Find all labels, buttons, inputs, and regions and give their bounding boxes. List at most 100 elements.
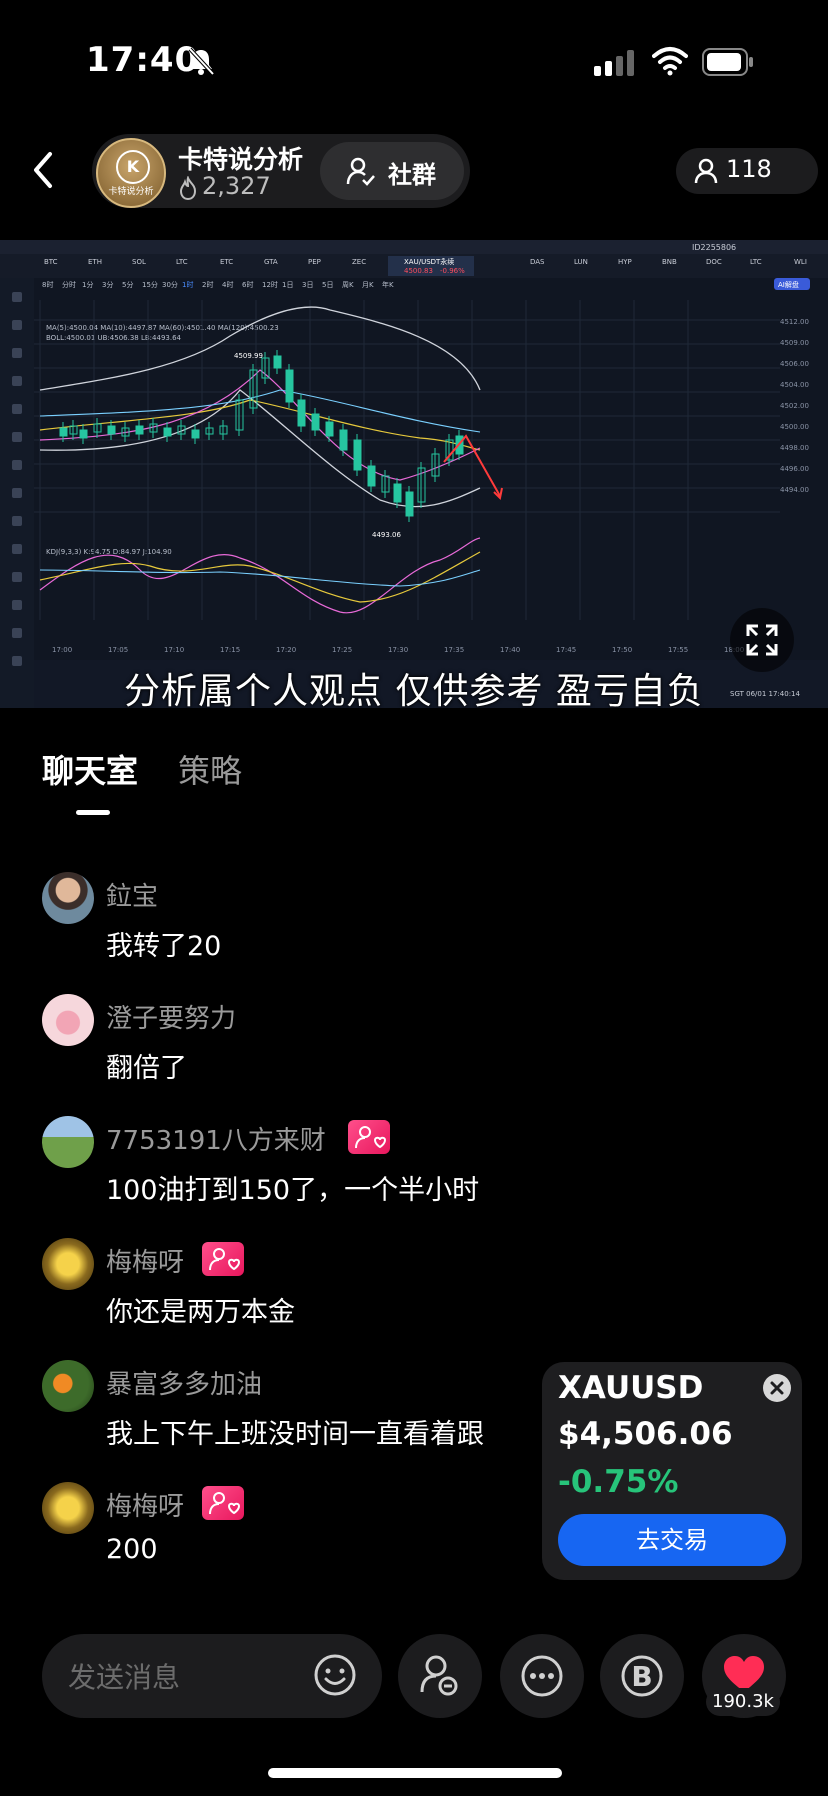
timeframe-option: 5日: [322, 281, 333, 289]
ticker-symbol: GTA: [264, 258, 278, 266]
candle-body: [191, 429, 200, 439]
candle-body: [163, 427, 172, 437]
host-name: 卡特说分析: [178, 145, 304, 174]
candle-body: [405, 491, 414, 517]
message-username[interactable]: 鉝宝: [106, 876, 158, 913]
ticker-symbol: ZEC: [352, 258, 366, 266]
ticker-symbol: ETH: [88, 258, 102, 266]
stream-chart: ID2255806 BTCETHSOLLTCETCGTAPEPZECXRPDAS…: [0, 240, 828, 708]
instrument-name: XAU/USDT永续: [404, 257, 454, 266]
tab-chat[interactable]: 聊天室: [42, 746, 138, 792]
avatar[interactable]: [42, 994, 94, 1046]
avatar[interactable]: [42, 1238, 94, 1290]
avatar[interactable]: [42, 872, 94, 924]
community-icon: [346, 157, 375, 186]
price-card-close-button[interactable]: [763, 1374, 791, 1402]
price-tick: 4512.00: [780, 318, 809, 326]
toolbar-icon: [12, 320, 22, 330]
message-text: 我上下午上班没时间一直看着跟: [106, 1419, 484, 1450]
back-icon[interactable]: [28, 150, 58, 190]
price-tick: 4500.00: [780, 423, 809, 431]
ticker-symbol: WLI: [794, 258, 807, 266]
status-time: 17:40: [86, 40, 200, 80]
message-username[interactable]: 梅梅呀: [106, 1242, 184, 1279]
time-tick: 17:05: [108, 646, 128, 654]
timeframe-option: 5分: [122, 280, 133, 289]
time-tick: 17:00: [52, 646, 72, 654]
time-tick: 17:45: [556, 646, 576, 654]
live-stream-video[interactable]: ID2255806 BTCETHSOLLTCETCGTAPEPZECXRPDAS…: [0, 240, 828, 708]
price-tick: 4504.00: [780, 381, 809, 389]
toolbar-icon: [12, 628, 22, 638]
trade-button[interactable]: 去交易: [558, 1514, 786, 1566]
candle-body: [325, 421, 334, 437]
emoji-icon[interactable]: [312, 1652, 358, 1698]
message-text: 200: [106, 1534, 158, 1565]
avatar[interactable]: [42, 1116, 94, 1168]
ticker-symbol: BTC: [44, 258, 58, 266]
price-tick: 4496.00: [780, 465, 809, 473]
ticker-symbol: BNB: [662, 258, 677, 266]
fan-badge: [348, 1120, 390, 1154]
candle-body: [135, 425, 144, 435]
host-avatar[interactable]: K 卡特说分析: [96, 138, 166, 208]
bitcoin-icon: B: [621, 1655, 663, 1697]
svg-text:B: B: [631, 1660, 652, 1693]
tab-indicator: [76, 810, 110, 815]
toolbar-icon: [12, 460, 22, 470]
account-id: ID2255806: [692, 243, 736, 252]
tab-strategy[interactable]: 策略: [178, 746, 242, 792]
timeframe-option: 4时: [222, 280, 233, 289]
fullscreen-button[interactable]: [730, 608, 794, 672]
stream-caption: 分析属个人观点 仅供参考 盈亏自负: [124, 671, 704, 712]
time-tick: 17:55: [668, 646, 688, 654]
instrument-change: -0.96%: [440, 267, 465, 275]
avatar[interactable]: [42, 1482, 94, 1534]
invite-button[interactable]: [398, 1634, 482, 1718]
avatar[interactable]: [42, 1360, 94, 1412]
message-input-placeholder: 发送消息: [68, 1661, 181, 1694]
toolbar-icon: [12, 292, 22, 302]
toolbar-icon: [12, 376, 22, 386]
price-tick: 4506.00: [780, 360, 809, 368]
home-indicator[interactable]: [268, 1768, 562, 1778]
wifi-icon: [652, 47, 688, 76]
message-username[interactable]: 7753191八方来财: [106, 1120, 326, 1157]
instrument-price: 4500.83: [404, 267, 433, 275]
message-text: 我转了20: [106, 931, 222, 962]
timeframe-option: 月K: [362, 281, 374, 289]
price-card-symbol: XAUUSD: [558, 1370, 704, 1406]
message-username[interactable]: 澄子要努力: [106, 998, 236, 1035]
price-card-price: $4,506.06: [558, 1416, 733, 1452]
timeframe-option: 2时: [202, 280, 213, 289]
message-username[interactable]: 暴富多多加油: [106, 1364, 262, 1401]
like-count: 190.3k: [706, 1688, 780, 1716]
ticker-symbol: LTC: [750, 258, 762, 266]
toolbar-icon: [12, 516, 22, 526]
host-logo-text: 卡特说分析: [108, 187, 154, 197]
signal-icon: [594, 50, 634, 76]
more-icon: [521, 1655, 563, 1697]
fan-badge: [202, 1242, 244, 1276]
crypto-button[interactable]: B: [600, 1634, 684, 1718]
low-label: 4493.06: [372, 531, 401, 539]
ticker-symbol: PEP: [308, 258, 321, 266]
badge-heart-icon: [355, 1126, 387, 1149]
candle-body: [59, 427, 68, 437]
candle-body: [393, 483, 402, 503]
ticker-symbol: DOC: [706, 258, 722, 266]
candle-body: [367, 465, 376, 487]
ticker-symbol: ETC: [220, 258, 233, 266]
time-tick: 17:10: [164, 646, 184, 654]
message-username[interactable]: 梅梅呀: [106, 1486, 184, 1523]
message-text: 你还是两万本金: [106, 1297, 295, 1328]
more-button[interactable]: [500, 1634, 584, 1718]
candle-body: [311, 413, 320, 431]
toolbar-icon: [12, 488, 22, 498]
candle-body: [285, 369, 294, 403]
ticker-symbol: HYP: [618, 258, 632, 266]
boll-legend: BOLL:4500.01 UB:4506.38 LB:4493.64: [46, 334, 182, 342]
candle-body: [353, 439, 362, 471]
timeframe-option: 1日: [282, 281, 293, 289]
fullscreen-icon: [746, 624, 778, 656]
